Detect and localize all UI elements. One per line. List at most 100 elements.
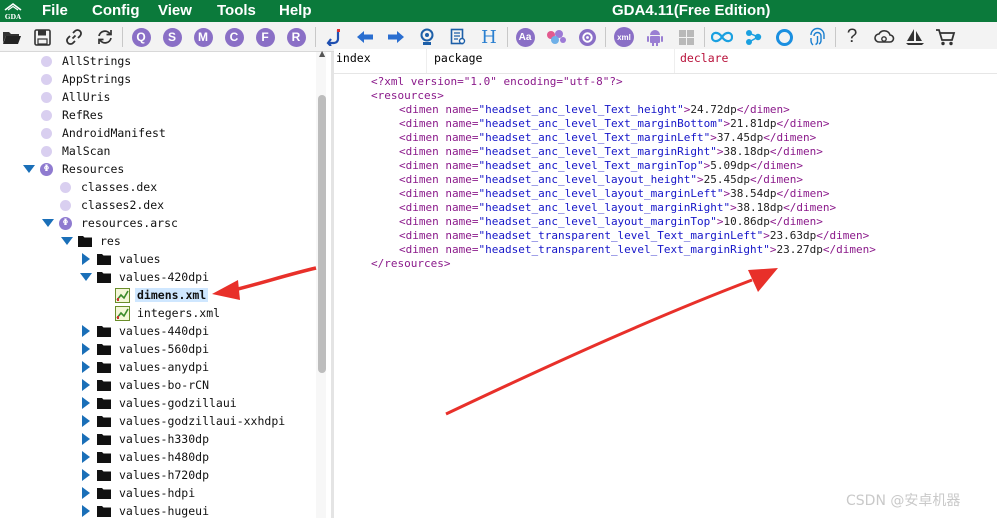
tree-item-resources-arsc[interactable]: Φ resources.arsc — [42, 214, 180, 232]
font-button[interactable]: Aa — [514, 26, 536, 48]
expanded-chevron-icon[interactable] — [42, 217, 54, 229]
tree-item-resources[interactable]: Φ Resources — [23, 160, 126, 178]
tree-item-appstrings[interactable]: AppStrings — [41, 70, 133, 88]
tree-item-values-420dpi[interactable]: values-420dpi — [80, 268, 211, 286]
tree-item-values-560dpi[interactable]: values-560dpi — [80, 340, 211, 358]
search-q-button[interactable]: Q — [130, 26, 152, 48]
jump-button[interactable] — [323, 26, 345, 48]
tree-item-label: values-h480dp — [119, 450, 210, 464]
document-button[interactable] — [447, 26, 469, 48]
tree-item-values-h480dp[interactable]: values-h480dp — [80, 448, 211, 466]
tree-item-classes-dex[interactable]: classes.dex — [60, 178, 159, 196]
menu-file[interactable]: File — [42, 1, 68, 20]
link-button[interactable] — [63, 26, 85, 48]
dimen-end-tag: </dimen> — [783, 201, 837, 214]
collapsed-chevron-icon[interactable] — [80, 433, 92, 445]
tree-item-values-hdpi[interactable]: values-hdpi — [80, 484, 197, 502]
collapsed-chevron-icon[interactable] — [80, 397, 92, 409]
search-s-button[interactable]: S — [161, 26, 183, 48]
tree-item-values-hugeui[interactable]: values-hugeui — [80, 502, 211, 518]
collapsed-chevron-icon[interactable] — [80, 415, 92, 427]
collapsed-chevron-icon[interactable] — [80, 325, 92, 337]
dimen-tag-close: > — [769, 243, 777, 256]
tree-item-values[interactable]: values — [80, 250, 163, 268]
declare-field[interactable]: declare — [678, 49, 978, 73]
expanded-chevron-icon[interactable] — [80, 271, 92, 283]
collapsed-chevron-icon[interactable] — [80, 379, 92, 391]
dimen-name: headset_transparent_level_Text_marginRig… — [485, 243, 764, 256]
expanded-chevron-icon[interactable] — [61, 235, 73, 247]
menu-view[interactable]: View — [158, 1, 192, 20]
tree-scrollbar-thumb[interactable] — [318, 95, 326, 373]
save-button[interactable] — [31, 26, 53, 48]
forward-button[interactable] — [385, 26, 407, 48]
infinity-button[interactable] — [711, 26, 733, 48]
dimen-name-quote: " — [677, 103, 684, 116]
android-button[interactable] — [644, 26, 666, 48]
index-field[interactable]: index — [334, 49, 424, 73]
tree-item-alluris[interactable]: AllUris — [41, 88, 112, 106]
back-button[interactable] — [354, 26, 376, 48]
search-c-button[interactable]: C — [223, 26, 245, 48]
resource-tree: AllStrings AppStrings AllUris RefRes And… — [0, 52, 331, 518]
open-folder-button[interactable] — [1, 26, 23, 48]
document-search-icon — [450, 28, 466, 45]
search-r-button[interactable]: R — [285, 26, 307, 48]
collapsed-chevron-icon[interactable] — [80, 253, 92, 265]
class-header-fields: ▲ index package declare — [319, 49, 997, 74]
tree-item-integers-xml[interactable]: integers.xml — [115, 304, 222, 322]
header-button[interactable]: H — [478, 26, 500, 48]
tree-item-values-godzillaui-xxhdpi[interactable]: values-godzillaui-xxhdpi — [80, 412, 287, 430]
tree-item-refres[interactable]: RefRes — [41, 106, 106, 124]
tree-item-res[interactable]: res — [61, 232, 123, 250]
search-f-button[interactable]: F — [254, 26, 276, 48]
collapsed-chevron-icon[interactable] — [80, 469, 92, 481]
xml-code-view[interactable]: <?xml version="1.0" encoding="utf-8"?> <… — [334, 75, 997, 518]
palette-button[interactable] — [545, 26, 567, 48]
windows-button[interactable] — [675, 26, 697, 48]
marker-button[interactable] — [416, 26, 438, 48]
tree-item-malscan[interactable]: MalScan — [41, 142, 112, 160]
xml-button[interactable]: xml — [613, 26, 635, 48]
dimen-tag-open: <dimen — [399, 159, 446, 172]
collapsed-chevron-icon[interactable] — [80, 487, 92, 499]
dimen-tag-open: <dimen — [399, 145, 446, 158]
android-icon — [647, 29, 663, 46]
menu-tools[interactable]: Tools — [217, 1, 256, 20]
tree-item-allstrings[interactable]: AllStrings — [41, 52, 133, 70]
cloud-button[interactable] — [873, 26, 895, 48]
dimen-tag-open: <dimen — [399, 229, 446, 242]
settings-button[interactable] — [576, 26, 598, 48]
tree-item-classes2-dex[interactable]: classes2.dex — [60, 196, 166, 214]
leaf-dot-icon — [60, 199, 71, 211]
help-button[interactable]: ? — [841, 26, 863, 48]
tree-item-values-bo-rcn[interactable]: values-bo-rCN — [80, 376, 211, 394]
tree-item-values-440dpi[interactable]: values-440dpi — [80, 322, 211, 340]
search-f-icon: F — [255, 27, 275, 47]
package-field[interactable]: package — [432, 49, 672, 73]
menu-config[interactable]: Config — [92, 1, 139, 20]
collapsed-chevron-icon[interactable] — [80, 451, 92, 463]
tree-item-values-godzillaui[interactable]: values-godzillaui — [80, 394, 239, 412]
tree-item-dimens-xml[interactable]: dimens.xml — [115, 286, 209, 304]
ring-button[interactable] — [773, 26, 795, 48]
fingerprint-button[interactable] — [806, 26, 828, 48]
scroll-up-arrow-icon[interactable]: ▲ — [319, 49, 325, 58]
sailboat-button[interactable] — [904, 26, 926, 48]
dimen-name-quote: " — [710, 145, 717, 158]
cart-button[interactable] — [934, 26, 956, 48]
graph-button[interactable] — [742, 26, 764, 48]
collapsed-chevron-icon[interactable] — [80, 361, 92, 373]
collapsed-chevron-icon[interactable] — [80, 505, 92, 517]
expanded-chevron-icon[interactable] — [23, 163, 35, 175]
menu-help[interactable]: Help — [279, 1, 312, 20]
tree-item-androidmanifest[interactable]: AndroidManifest — [41, 124, 168, 142]
tree-item-values-h720dp[interactable]: values-h720dp — [80, 466, 211, 484]
search-m-button[interactable]: M — [192, 26, 214, 48]
link-icon — [66, 29, 82, 45]
refresh-button[interactable] — [94, 26, 116, 48]
tree-item-values-h330dp[interactable]: values-h330dp — [80, 430, 211, 448]
dimen-name: headset_anc_level_Text_height — [485, 103, 678, 116]
tree-item-values-anydpi[interactable]: values-anydpi — [80, 358, 211, 376]
collapsed-chevron-icon[interactable] — [80, 343, 92, 355]
